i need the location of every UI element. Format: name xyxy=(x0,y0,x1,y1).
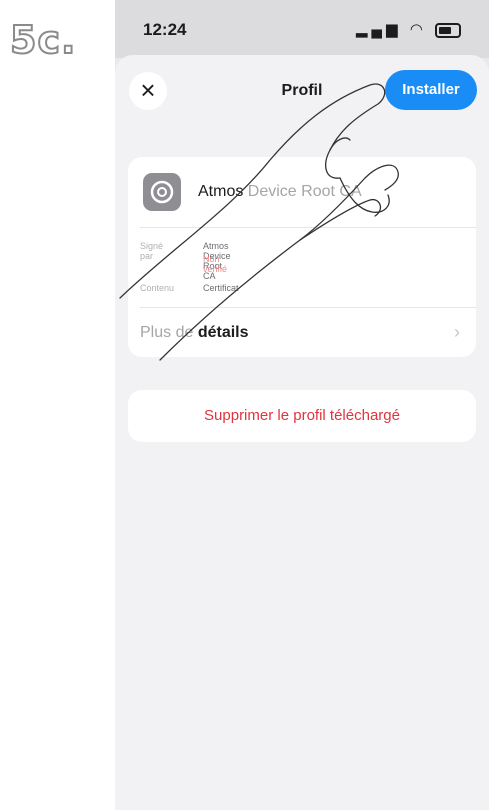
profile-sheet: × Profil Installer Atmos Device Root CA … xyxy=(115,55,489,810)
battery-icon xyxy=(435,22,461,38)
divider xyxy=(140,227,476,228)
chevron-right-icon: › xyxy=(454,322,460,342)
profile-name-rest: Device Root CA xyxy=(243,183,362,200)
step-label: 5c. xyxy=(9,17,77,63)
signal-icon: ▂▄▆ xyxy=(355,21,402,38)
details-bold: détails xyxy=(197,324,249,341)
delete-profile-button[interactable]: Supprimer le profil téléchargé xyxy=(128,390,476,442)
verification-status: Non vérifié xyxy=(203,254,228,274)
signed-by-label: Signé par xyxy=(140,241,164,261)
profile-name: Atmos Device Root CA xyxy=(198,183,362,201)
content-value: Certificat xyxy=(203,283,239,293)
status-time: 12:24 xyxy=(143,20,187,39)
wifi-icon: ◠ xyxy=(409,21,427,38)
details-prefix: Plus de xyxy=(140,324,198,341)
content-label: Contenu xyxy=(140,283,175,293)
settings-gear-icon xyxy=(143,173,181,211)
more-details-link[interactable]: Plus de détails xyxy=(140,324,249,342)
install-button[interactable]: Installer xyxy=(385,70,477,110)
profile-card: Atmos Device Root CA Signé par Atmos Dev… xyxy=(128,157,476,357)
profile-name-bold: Atmos xyxy=(198,183,244,200)
phone-screen: 12:24 ▂▄▆ ◠ × Profil Installer Atmos Dev… xyxy=(115,0,489,810)
status-bar: 12:24 ▂▄▆ ◠ xyxy=(115,0,489,58)
divider xyxy=(140,307,476,308)
status-icons: ▂▄▆ ◠ xyxy=(356,20,461,38)
